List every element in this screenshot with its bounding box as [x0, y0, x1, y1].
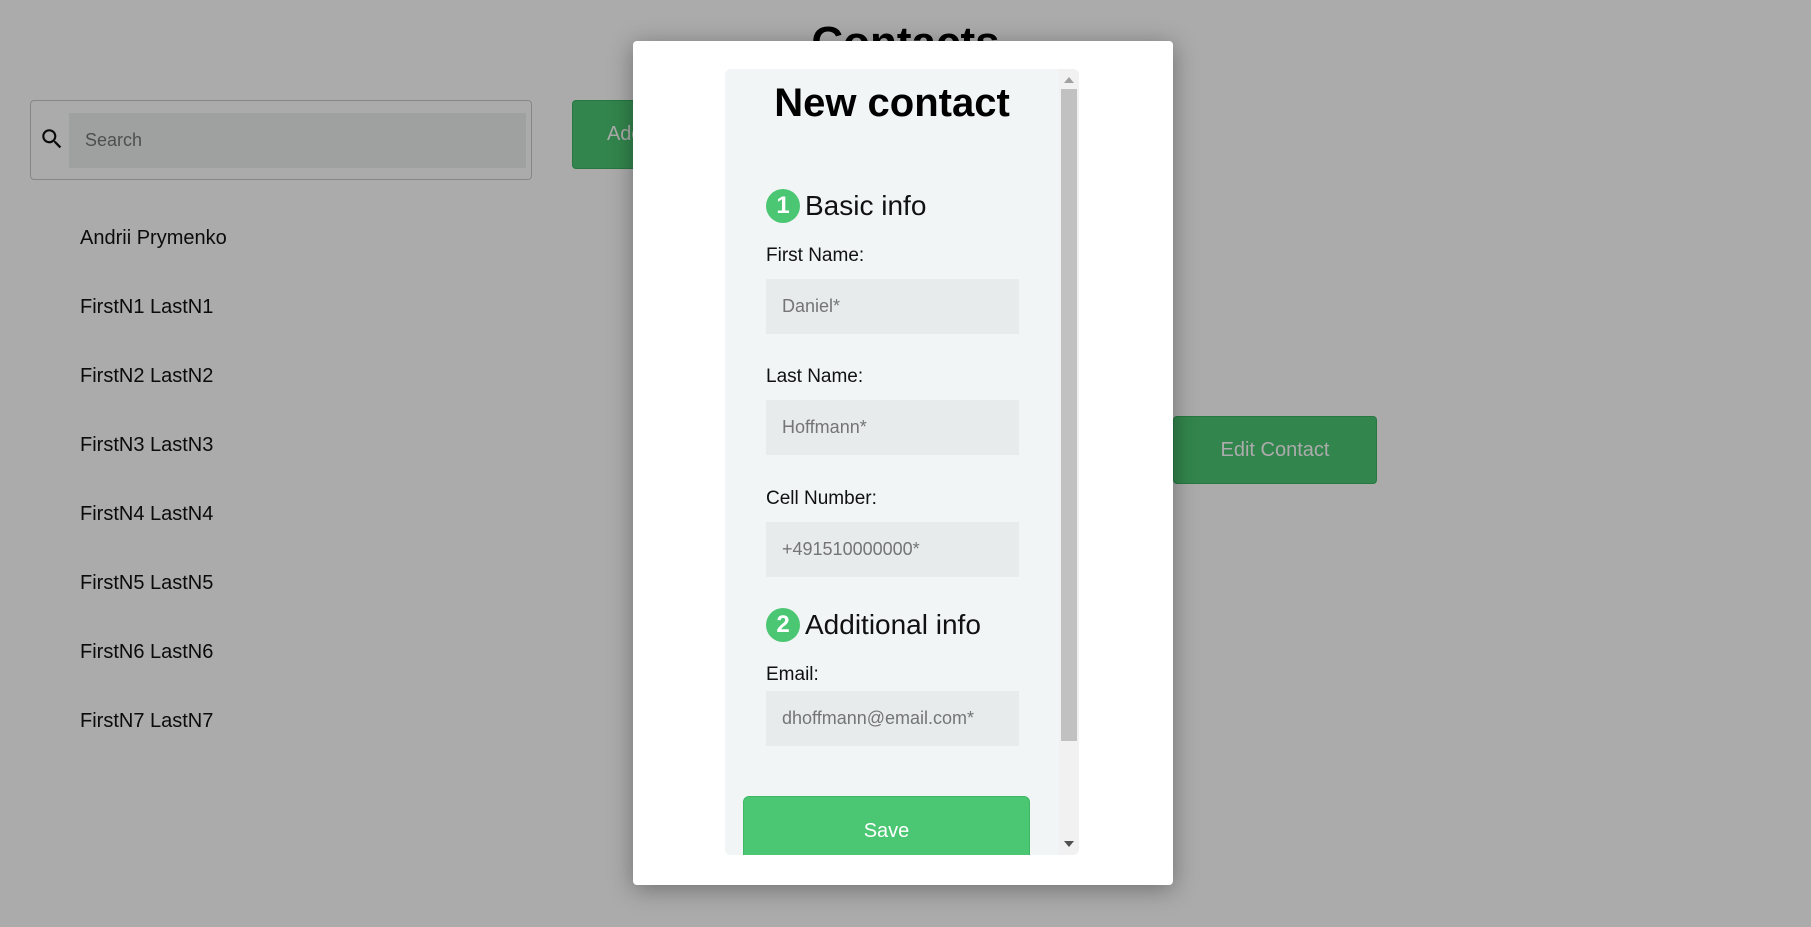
- scroll-up-arrow-icon[interactable]: [1064, 77, 1074, 83]
- step-badge: 1: [766, 189, 800, 223]
- scroll-down-arrow-icon[interactable]: [1064, 841, 1074, 847]
- section-title: Basic info: [805, 190, 927, 221]
- first-name-field[interactable]: [766, 279, 1019, 334]
- scrollbar[interactable]: [1059, 69, 1079, 855]
- cell-number-label: Cell Number:: [766, 488, 877, 509]
- first-name-label: First Name:: [766, 245, 865, 266]
- section-heading-basic-info: 1 Basic info: [766, 189, 926, 223]
- last-name-label: Last Name:: [766, 366, 864, 387]
- modal-title: New contact: [774, 81, 1010, 125]
- last-name-field[interactable]: [766, 400, 1019, 455]
- new-contact-form: New contact 1 Basic info First Name: Las…: [725, 69, 1059, 855]
- cell-number-field[interactable]: [766, 522, 1019, 577]
- step-badge: 2: [766, 608, 800, 642]
- section-title: Additional info: [805, 609, 981, 640]
- scroll-thumb[interactable]: [1061, 89, 1077, 741]
- email-field[interactable]: [766, 691, 1019, 746]
- section-heading-additional-info: 2 Additional info: [766, 608, 981, 642]
- email-label: Email:: [766, 664, 819, 685]
- modal-scroll-area[interactable]: New contact 1 Basic info First Name: Las…: [725, 69, 1079, 855]
- new-contact-modal: New contact 1 Basic info First Name: Las…: [633, 41, 1173, 885]
- save-button[interactable]: Save: [743, 796, 1030, 855]
